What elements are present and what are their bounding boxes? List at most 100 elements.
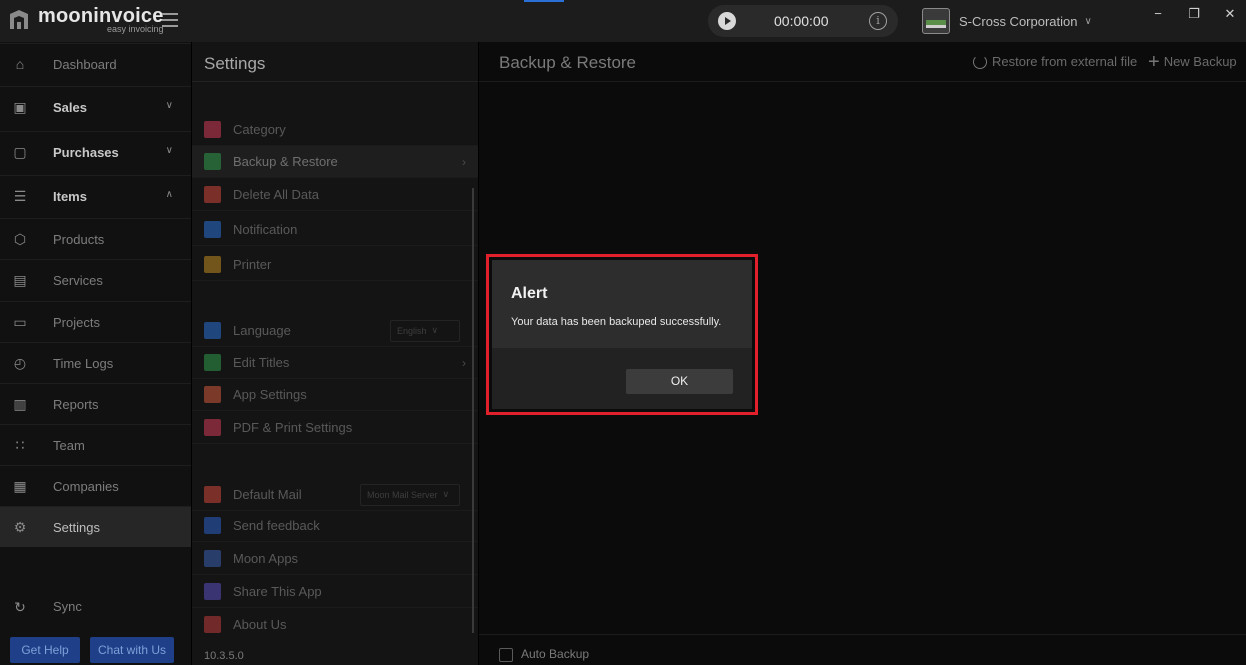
box-icon: ⬡ [13,231,27,247]
sidebar-item-label: Products [53,231,105,247]
sidebar-item-sync[interactable]: ↻ Sync [0,586,191,627]
ok-button[interactable]: OK [626,369,733,394]
language-value: English [397,325,427,336]
list-icon: ☰ [13,188,27,204]
settings-item-edit-titles[interactable]: Edit Titles › [192,347,478,379]
info-icon[interactable]: i [869,12,887,30]
language-icon [204,322,221,339]
sidebar-item-label: Items [53,188,87,204]
dialog-body: Alert Your data has been backuped succes… [492,260,752,348]
settings-item-printer[interactable]: Printer [192,249,478,281]
sidebar-item-items[interactable]: ☰ Items ∧ [0,175,191,216]
clipboard-icon: ▤ [13,272,27,288]
chevron-right-icon: › [462,355,466,370]
printer-icon [204,256,221,273]
chevron-right-icon: › [462,154,466,169]
gear-icon: ⚙ [13,519,27,535]
title-bar: mooninvoice easy invoicing 00:00:00 i S-… [0,0,1246,42]
bell-icon [204,221,221,238]
mail-server-select[interactable]: Moon Mail Server ∨ [360,483,460,506]
settings-item-label: Printer [233,257,272,272]
sidebar-item-label: Team [53,437,85,453]
sidebar-item-products[interactable]: ⬡ Products [0,218,191,259]
company-selector[interactable]: S-Cross Corporation ∨ [922,6,1092,36]
sidebar-item-label: Projects [53,314,100,330]
language-select[interactable]: English ∨ [390,319,460,342]
settings-item-label: Moon Apps [233,551,299,566]
settings-item-label: Send feedback [233,518,320,533]
top-accent-bar [524,0,564,2]
settings-item-label: About Us [233,616,287,632]
moon-logo-icon [10,10,28,29]
chat-button[interactable]: Chat with Us [90,637,174,663]
minimize-button[interactable]: − [1148,6,1168,21]
dialog-message: Your data has been backuped successfully… [511,316,722,328]
settings-item-send-feedback[interactable]: Send feedback [192,510,478,542]
settings-gear-icon [204,386,221,403]
chevron-down-icon: ∨ [165,100,173,111]
dialog-footer: OK [492,348,752,409]
share-icon [204,583,221,600]
close-button[interactable]: ✕ [1220,6,1240,22]
team-icon: ∷ [15,437,25,453]
new-backup-button[interactable]: + New Backup [1148,52,1237,72]
maximize-button[interactable]: ❐ [1184,6,1204,22]
sidebar-item-label: Dashboard [53,56,117,72]
folder-icon: ▭ [13,314,27,330]
auto-backup-label: Auto Backup [521,647,590,661]
sidebar-item-projects[interactable]: ▭ Projects [0,301,191,342]
app-version: 10.3.5.0 [204,650,244,662]
restore-label: Restore from external file [992,54,1138,69]
sidebar-item-services[interactable]: ▤ Services [0,259,191,300]
building-icon: ▦ [13,478,27,494]
sidebar-item-purchases[interactable]: ▢ Purchases ∨ [0,131,191,172]
sidebar-item-team[interactable]: ∷ Team [0,424,191,465]
settings-item-app-settings[interactable]: App Settings [192,379,478,411]
pencil-icon [204,354,221,371]
settings-item-language[interactable]: Language English ∨ [192,315,478,347]
new-backup-label: New Backup [1163,54,1237,69]
chevron-up-icon: ∧ [165,189,173,200]
sidebar-item-label: Companies [53,478,119,494]
sidebar-item-sales[interactable]: ▣ Sales ∨ [0,86,191,127]
sidebar-item-companies[interactable]: ▦ Companies [0,465,191,506]
apps-icon [204,550,221,567]
settings-item-moon-apps[interactable]: Moon Apps [192,543,478,575]
settings-item-label: Delete All Data [233,187,319,202]
settings-item-label: App Settings [233,387,307,402]
auto-backup-checkbox[interactable] [499,648,513,662]
settings-item-default-mail[interactable]: Default Mail Moon Mail Server ∨ [192,479,478,511]
trash-icon [204,186,221,203]
settings-item-share-app[interactable]: Share This App [192,576,478,608]
play-icon[interactable] [718,12,736,30]
sidebar-item-label: Sales [53,99,87,115]
settings-scrollbar[interactable] [472,188,474,633]
mail-server-value: Moon Mail Server [367,489,438,500]
settings-item-label: Share This App [233,584,322,599]
company-name: S-Cross Corporation [959,13,1078,29]
settings-item-label: Default Mail [233,487,302,502]
settings-item-notification[interactable]: Notification [192,214,478,246]
settings-item-backup-restore[interactable]: Backup & Restore › [192,146,478,178]
settings-item-delete-all-data[interactable]: Delete All Data [192,179,478,211]
sidebar-item-label: Settings [53,519,100,535]
settings-item-category[interactable]: Category [192,114,478,146]
settings-title: Settings [204,54,266,73]
sidebar-item-reports[interactable]: ▥ Reports [0,383,191,424]
brand-name: mooninvoice [38,5,164,27]
dollar-doc-icon: ▣ [13,99,27,115]
menu-toggle-icon[interactable] [162,13,178,27]
category-icon [204,121,221,138]
timer-value: 00:00:00 [774,13,829,29]
sidebar-item-dashboard[interactable]: ⌂ Dashboard [0,43,191,84]
settings-item-about-us[interactable]: About Us [192,608,478,640]
about-icon [204,615,221,633]
pdf-icon [204,419,221,436]
restore-external-button[interactable]: Restore from external file [973,54,1137,69]
settings-item-pdf-print[interactable]: PDF & Print Settings [192,412,478,444]
settings-item-label: Backup & Restore [233,154,338,169]
sidebar-item-time-logs[interactable]: ◴ Time Logs [0,342,191,383]
chevron-down-icon: ∨ [1084,15,1092,27]
get-help-button[interactable]: Get Help [10,637,80,663]
sidebar-item-settings[interactable]: ⚙ Settings [0,506,191,547]
